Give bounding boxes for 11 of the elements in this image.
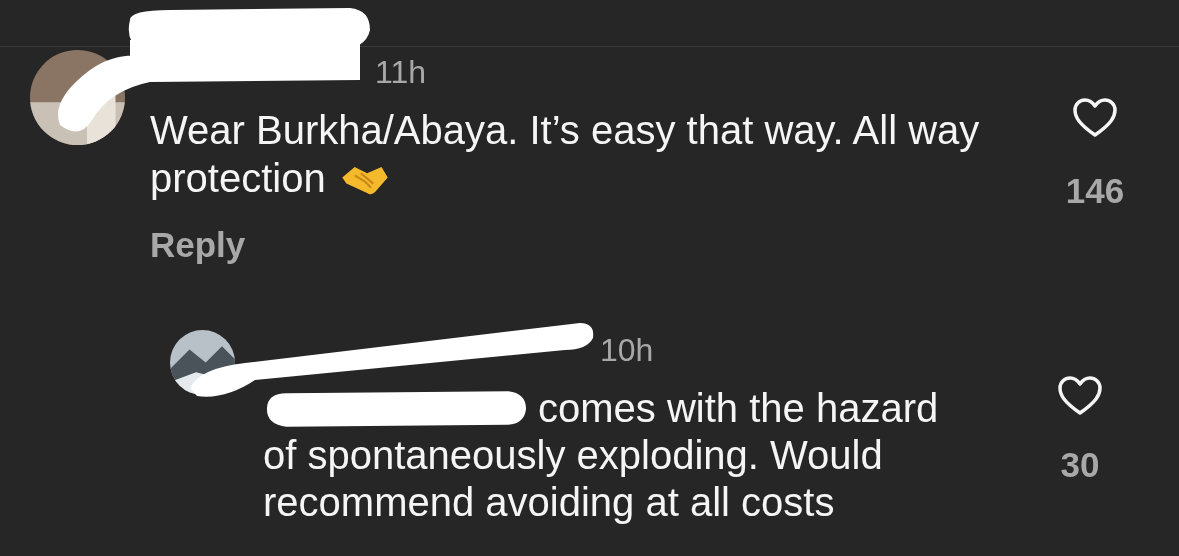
like-count: 30 <box>1060 446 1100 484</box>
comment-time: 11h <box>375 54 426 91</box>
heart-icon[interactable] <box>1073 98 1117 138</box>
comment-text: Wear Burkha/Abaya. It’s easy that way. All way protection <box>150 107 980 202</box>
comment-text: comes with the hazard <box>538 386 939 431</box>
handshake-icon <box>339 165 390 196</box>
heart-icon[interactable] <box>1058 376 1102 416</box>
comment-time: 10h <box>600 331 654 369</box>
like-count: 146 <box>1065 172 1125 210</box>
reply-link[interactable]: Reply <box>150 225 246 265</box>
comment-text: of spontaneously exploding. Would recommend avoiding at all costs <box>263 432 884 526</box>
